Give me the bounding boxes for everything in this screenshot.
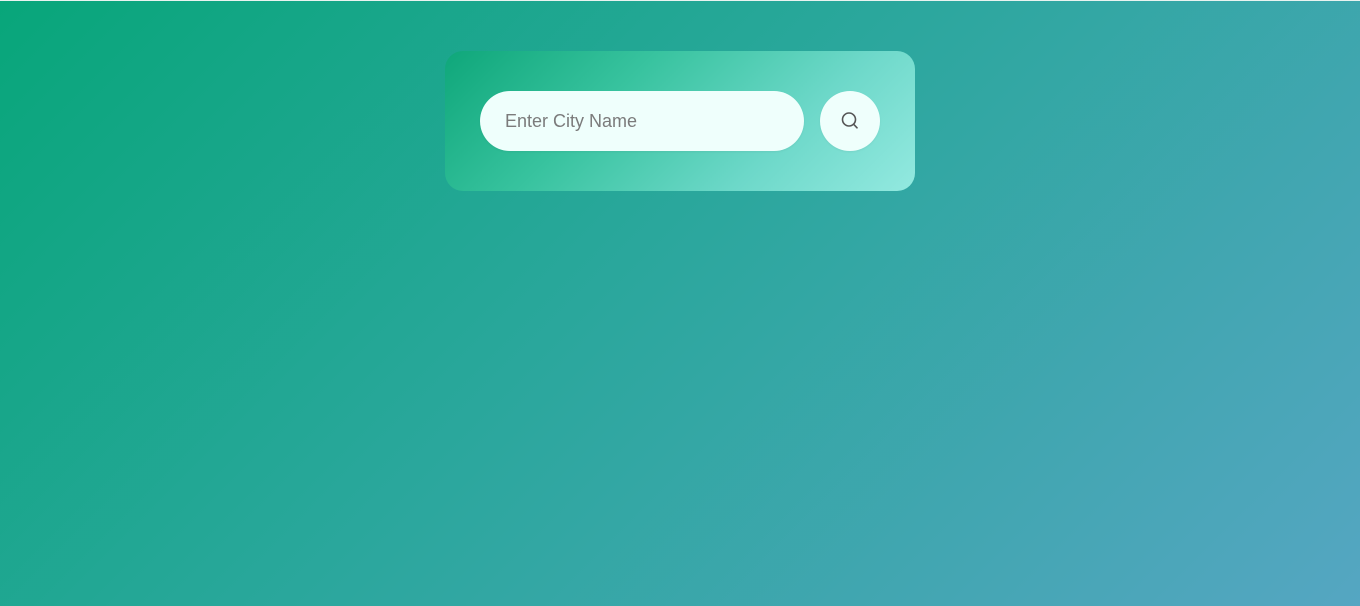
search-icon: [840, 111, 860, 131]
top-border-line: [0, 0, 1360, 1]
search-button[interactable]: [820, 91, 880, 151]
search-card: [445, 51, 915, 191]
city-search-input[interactable]: [480, 91, 804, 151]
